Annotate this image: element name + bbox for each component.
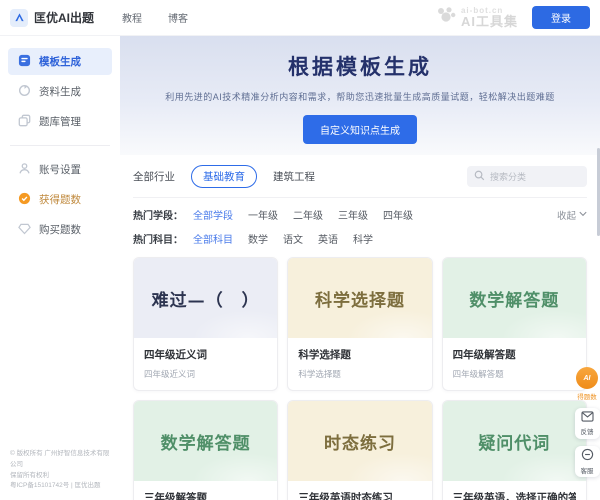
app-title: 匡优AI出题	[34, 9, 94, 26]
topbar: 匡优AI出题 教程 博客 ai-bot.cn AI工具集 登录	[0, 0, 600, 36]
subject-chinese[interactable]: 语文	[283, 231, 303, 246]
top-nav: 教程 博客	[122, 10, 188, 25]
subject-science[interactable]: 科学	[353, 231, 373, 246]
search-input[interactable]	[490, 172, 580, 182]
sidebar: 模板生成 资料生成 题库管理 账号设置 获得题数	[0, 36, 120, 500]
diamond-icon	[18, 222, 31, 238]
grade-filter-label: 热门学段：	[133, 207, 183, 222]
app-window: 匡优AI出题 教程 博客 ai-bot.cn AI工具集 登录	[0, 0, 600, 500]
card-title: 三年级英语时态练习	[298, 490, 421, 500]
nav-blog[interactable]: 博客	[168, 10, 188, 25]
watermark: ai-bot.cn AI工具集	[436, 6, 518, 29]
card-subtitle: 四年级解答题	[453, 368, 576, 380]
sidebar-item-label: 资料生成	[39, 84, 81, 99]
tabs-divider	[133, 197, 587, 198]
user-icon	[18, 162, 31, 178]
subject-math[interactable]: 数学	[248, 231, 268, 246]
grade-1[interactable]: 一年级	[248, 207, 278, 222]
sidebar-item-buy-questions[interactable]: 购买题数	[8, 216, 112, 243]
service-label: 客服	[581, 465, 594, 475]
sidebar-divider	[10, 145, 110, 146]
copyright-footer: © 版权所有 广州好智信息技术有限公司 保留所有权利 粤ICP备15101742…	[10, 449, 112, 492]
coin-icon	[18, 192, 31, 208]
category-search[interactable]	[467, 166, 587, 187]
grade-4[interactable]: 四年级	[383, 207, 413, 222]
sidebar-item-label: 购买题数	[39, 222, 81, 237]
subject-all[interactable]: 全部科目	[193, 231, 233, 246]
template-card[interactable]: 数学解答题 三年级解答题 三年级解答题	[133, 400, 278, 500]
tab-all-industries[interactable]: 全部行业	[133, 169, 175, 184]
badge-label: 得题数	[577, 391, 597, 401]
card-title: 三年级英语，选择正确的答	[453, 490, 576, 500]
rights-line: 保留所有权利	[10, 471, 112, 482]
icp-line: 粤ICP备15101742号 | 匡优出题	[10, 481, 112, 492]
chevron-down-icon	[579, 209, 587, 220]
refresh-icon	[18, 84, 31, 100]
custom-knowledge-button[interactable]: 自定义知识点生成	[303, 115, 417, 144]
sidebar-item-template-generate[interactable]: 模板生成	[8, 48, 112, 75]
app-logo[interactable]: 匡优AI出题	[10, 9, 94, 27]
template-card[interactable]: 数学解答题 四年级解答题 四年级解答题	[442, 257, 587, 391]
page-subtitle: 利用先进的AI技术精准分析内容和需求，帮助您迅速批量生成高质量试题，轻松解决出题…	[120, 90, 600, 103]
layers-icon	[18, 114, 31, 130]
sidebar-item-label: 获得题数	[39, 192, 81, 207]
card-preview: 科学选择题	[288, 258, 431, 338]
template-card-grid: 难过—（ ） 四年级近义词 四年级近义词 科学选择题 科学选择题 科学选择题 数…	[133, 257, 587, 500]
service-icon	[581, 448, 594, 463]
card-title: 四年级解答题	[453, 347, 576, 362]
grade-2[interactable]: 二年级	[293, 207, 323, 222]
grade-all[interactable]: 全部学段	[193, 207, 233, 222]
template-card[interactable]: 疑问代词 三年级英语，选择正确的答 三年级英语	[442, 400, 587, 500]
sidebar-item-label: 模板生成	[39, 54, 81, 69]
card-preview: 时态练习	[288, 401, 431, 481]
grade-3[interactable]: 三年级	[338, 207, 368, 222]
collapse-toggle[interactable]: 收起	[557, 208, 587, 222]
tab-basic-education[interactable]: 基础教育	[191, 165, 257, 188]
nav-tutorial[interactable]: 教程	[122, 10, 142, 25]
card-preview: 疑问代词	[443, 401, 586, 481]
template-card[interactable]: 科学选择题 科学选择题 科学选择题	[287, 257, 432, 391]
sidebar-item-label: 账号设置	[39, 162, 81, 177]
subject-filter-row: 热门科目： 全部科目 数学 语文 英语 科学	[133, 231, 587, 246]
tab-construction[interactable]: 建筑工程	[273, 169, 315, 184]
main-content: 根据模板生成 利用先进的AI技术精准分析内容和需求，帮助您迅速批量生成高质量试题…	[120, 36, 600, 500]
card-preview: 数学解答题	[134, 401, 277, 481]
grade-filter-row: 热门学段： 全部学段 一年级 二年级 三年级 四年级 收起	[133, 207, 587, 222]
search-icon	[474, 168, 485, 186]
sidebar-item-label: 题库管理	[39, 114, 81, 129]
hero-banner: 根据模板生成 利用先进的AI技术精准分析内容和需求，帮助您迅速批量生成高质量试题…	[120, 36, 600, 155]
paw-icon	[436, 6, 456, 29]
grid-icon	[18, 54, 31, 70]
collapse-label: 收起	[557, 208, 576, 222]
card-subtitle: 四年级近义词	[144, 368, 267, 380]
login-button[interactable]: 登录	[532, 6, 590, 29]
earn-questions-badge[interactable]: AI	[576, 367, 598, 389]
watermark-title: AI工具集	[461, 15, 518, 28]
card-preview: 数学解答题	[443, 258, 586, 338]
subject-english[interactable]: 英语	[318, 231, 338, 246]
subject-filter-label: 热门科目：	[133, 231, 183, 246]
sidebar-item-earn-questions[interactable]: 获得题数	[8, 186, 112, 213]
floating-toolbar: AI 得题数 反馈 客服	[573, 367, 600, 477]
card-subtitle: 科学选择题	[298, 368, 421, 380]
industry-tabs: 全部行业 基础教育 建筑工程	[133, 165, 587, 188]
logo-icon	[10, 9, 28, 27]
card-title: 四年级近义词	[144, 347, 267, 362]
content-area: 全部行业 基础教育 建筑工程 热门学段： 全部学段 一年级 二年级 三年级 四年…	[120, 155, 600, 500]
copyright-line: © 版权所有 广州好智信息技术有限公司	[10, 449, 112, 470]
page-title: 根据模板生成	[120, 51, 600, 81]
sidebar-item-material-generate[interactable]: 资料生成	[8, 78, 112, 105]
card-preview: 难过—（ ）	[134, 258, 277, 338]
feedback-label: 反馈	[581, 426, 594, 436]
card-title: 三年级解答题	[144, 490, 267, 500]
feedback-button[interactable]: 反馈	[575, 408, 600, 439]
customer-service-button[interactable]: 客服	[575, 446, 600, 477]
sidebar-item-question-bank[interactable]: 题库管理	[8, 108, 112, 135]
card-title: 科学选择题	[298, 347, 421, 362]
mail-icon	[581, 411, 594, 424]
template-card[interactable]: 难过—（ ） 四年级近义词 四年级近义词	[133, 257, 278, 391]
template-card[interactable]: 时态练习 三年级英语时态练习 三年级英语时态练习	[287, 400, 432, 500]
sidebar-item-account-settings[interactable]: 账号设置	[8, 156, 112, 183]
